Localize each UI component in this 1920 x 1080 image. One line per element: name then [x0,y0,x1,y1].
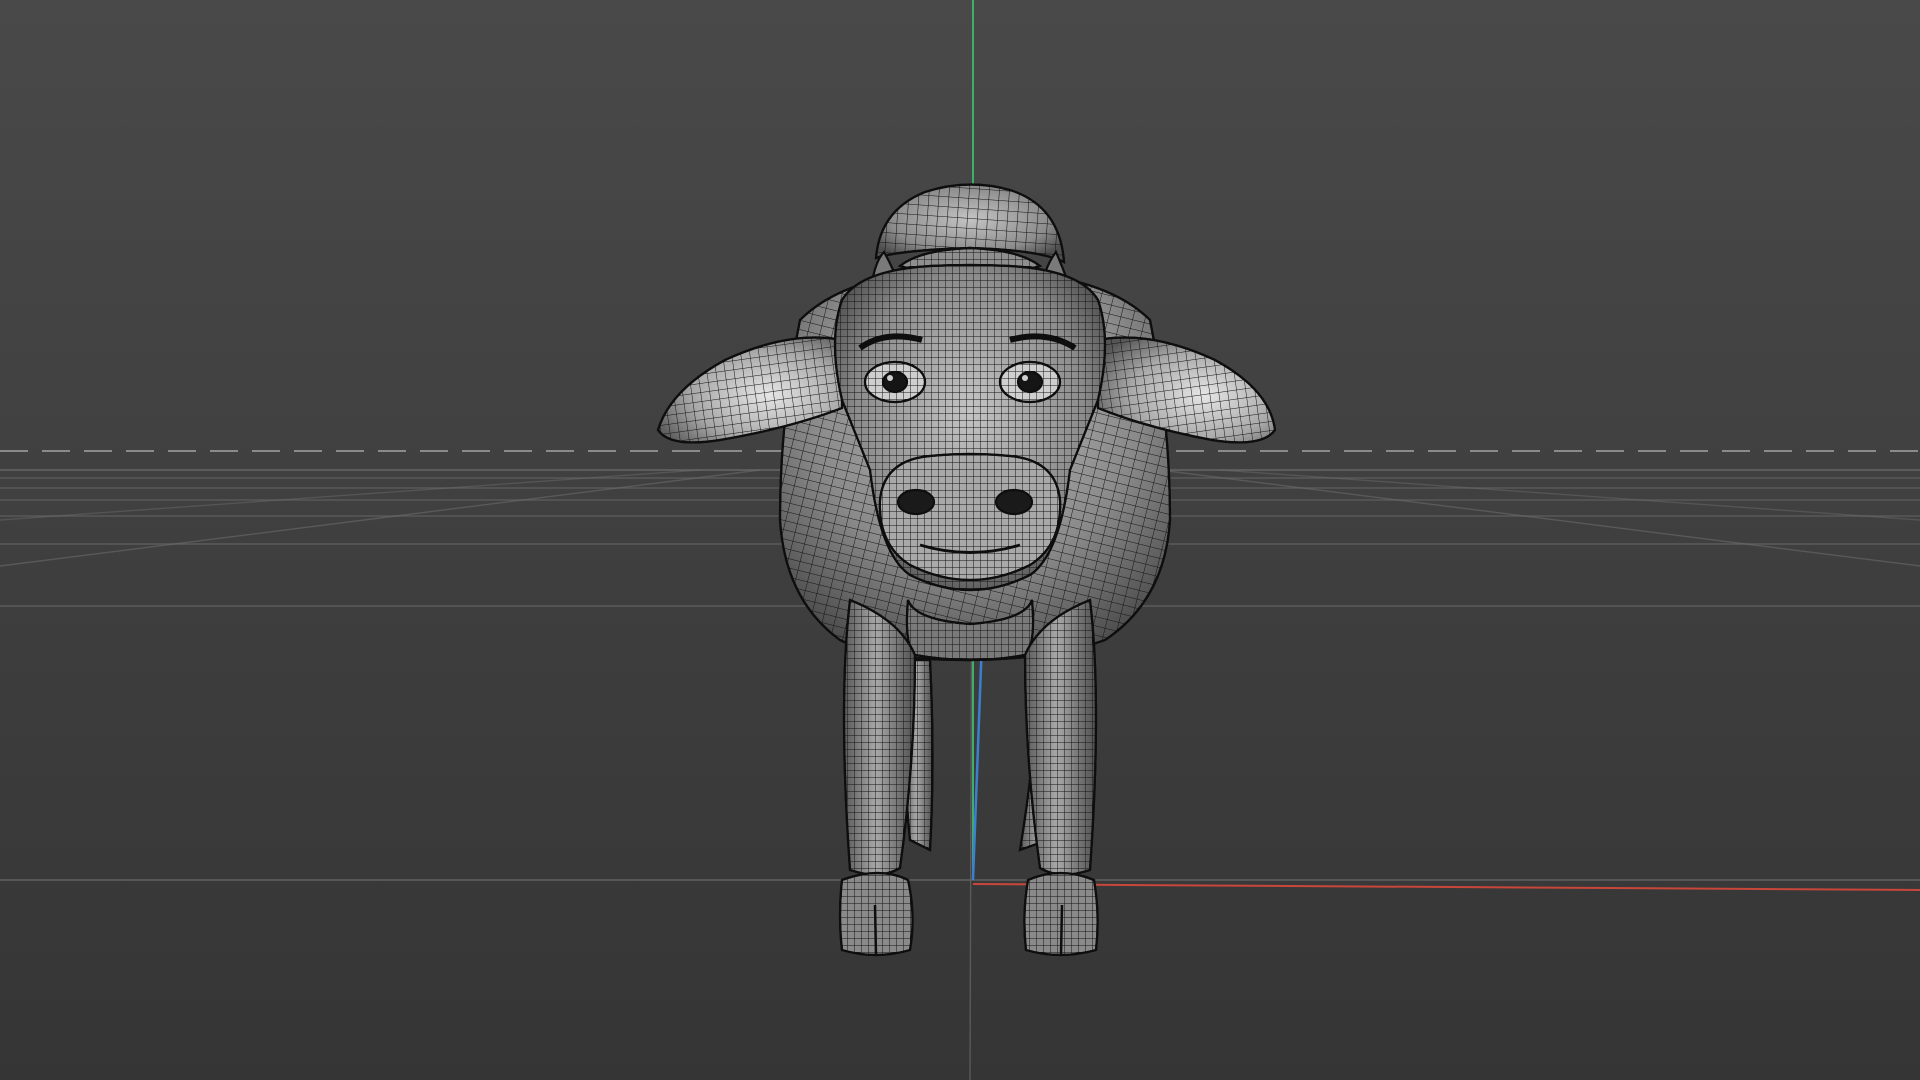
cow-muzzle [878,452,1062,582]
3d-viewport[interactable] [0,0,1920,1080]
viewport-canvas[interactable] [0,0,1920,1080]
cow-front-left-leg [838,598,917,957]
cow-front-right-leg [1023,598,1099,957]
